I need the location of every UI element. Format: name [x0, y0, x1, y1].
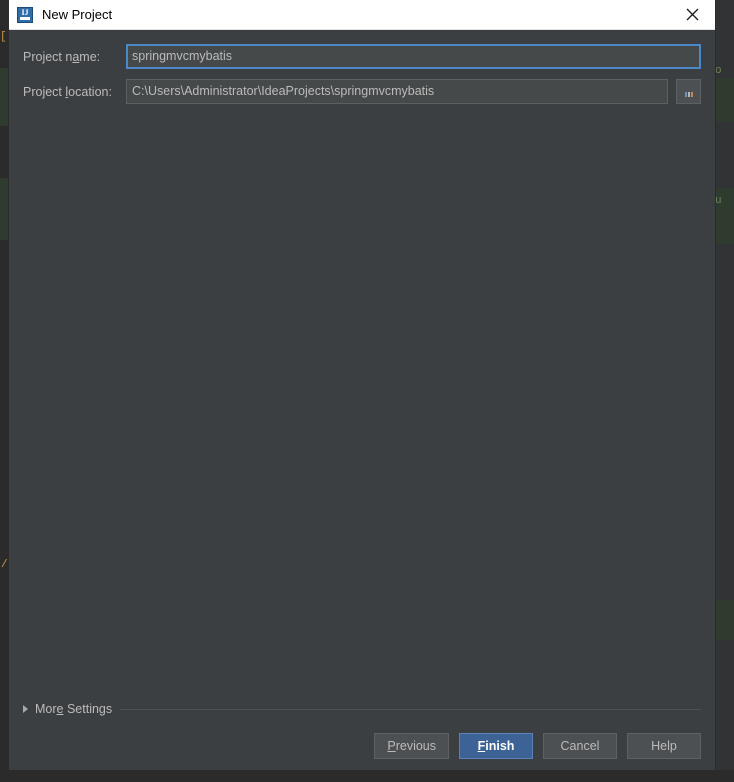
previous-button[interactable]: Previous [374, 733, 449, 759]
finish-button-mnemonic: F [477, 739, 486, 753]
project-name-label: Project name: [23, 50, 126, 64]
editor-highlight-band [715, 600, 734, 640]
editor-highlight-band [0, 68, 9, 126]
finish-button-label-after: inish [485, 739, 515, 753]
more-settings-label: More Settings [35, 702, 112, 716]
dialog-title-bar: IJ New Project [9, 0, 715, 30]
dialog-title: New Project [42, 7, 113, 22]
project-name-label-after: me: [79, 49, 101, 64]
project-name-label-before: Project n [23, 49, 73, 64]
more-settings-label-after: Settings [63, 702, 113, 716]
more-settings-separator [120, 708, 701, 710]
more-settings-row: More Settings [9, 696, 715, 722]
project-location-label: Project location: [23, 85, 126, 99]
dialog-body: Project name: springmvcmybatis Project l… [9, 30, 715, 696]
cancel-button-label: Cancel [560, 739, 600, 753]
help-button-label: Help [651, 739, 677, 753]
project-location-label-before: Project [23, 84, 66, 99]
editor-glyph: o [715, 65, 722, 77]
close-icon [686, 8, 698, 21]
project-location-input[interactable]: C:\Users\Administrator\IdeaProjects\spri… [126, 79, 668, 104]
dialog-button-bar: Previous Finish Cancel Help [9, 722, 715, 770]
more-settings-label-before: Mor [35, 702, 57, 716]
cancel-button[interactable]: Cancel [543, 733, 617, 759]
editor-strip-left: [ / [0, 0, 9, 782]
project-name-row: Project name: springmvcmybatis [23, 44, 701, 69]
editor-strip-right: o u [715, 0, 734, 782]
project-location-label-after: ocation: [68, 84, 112, 99]
ide-status-bar [0, 770, 734, 782]
help-button[interactable]: Help [627, 733, 701, 759]
project-name-input[interactable]: springmvcmybatis [126, 44, 701, 69]
editor-glyph: u [715, 195, 722, 207]
editor-glyph: / [1, 559, 8, 571]
more-settings-toggle[interactable]: More Settings [23, 702, 112, 716]
browse-folder-button[interactable] [676, 79, 701, 104]
dialog-empty-area [23, 114, 701, 696]
finish-button[interactable]: Finish [459, 733, 533, 759]
previous-button-label-after: revious [395, 739, 436, 753]
editor-highlight-band [0, 178, 9, 240]
ellipsis-browse-icon [684, 92, 693, 97]
previous-button-mnemonic: P [387, 739, 396, 753]
intellij-idea-icon: IJ [17, 6, 33, 23]
new-project-dialog: IJ New Project Project name: springmvcmy… [9, 0, 715, 770]
chevron-right-icon [23, 705, 28, 713]
app-icon-bar [20, 16, 30, 20]
close-button[interactable] [669, 0, 715, 30]
editor-highlight-band [715, 78, 734, 122]
project-location-row: Project location: C:\Users\Administrator… [23, 79, 701, 104]
editor-glyph: [ [0, 31, 7, 43]
